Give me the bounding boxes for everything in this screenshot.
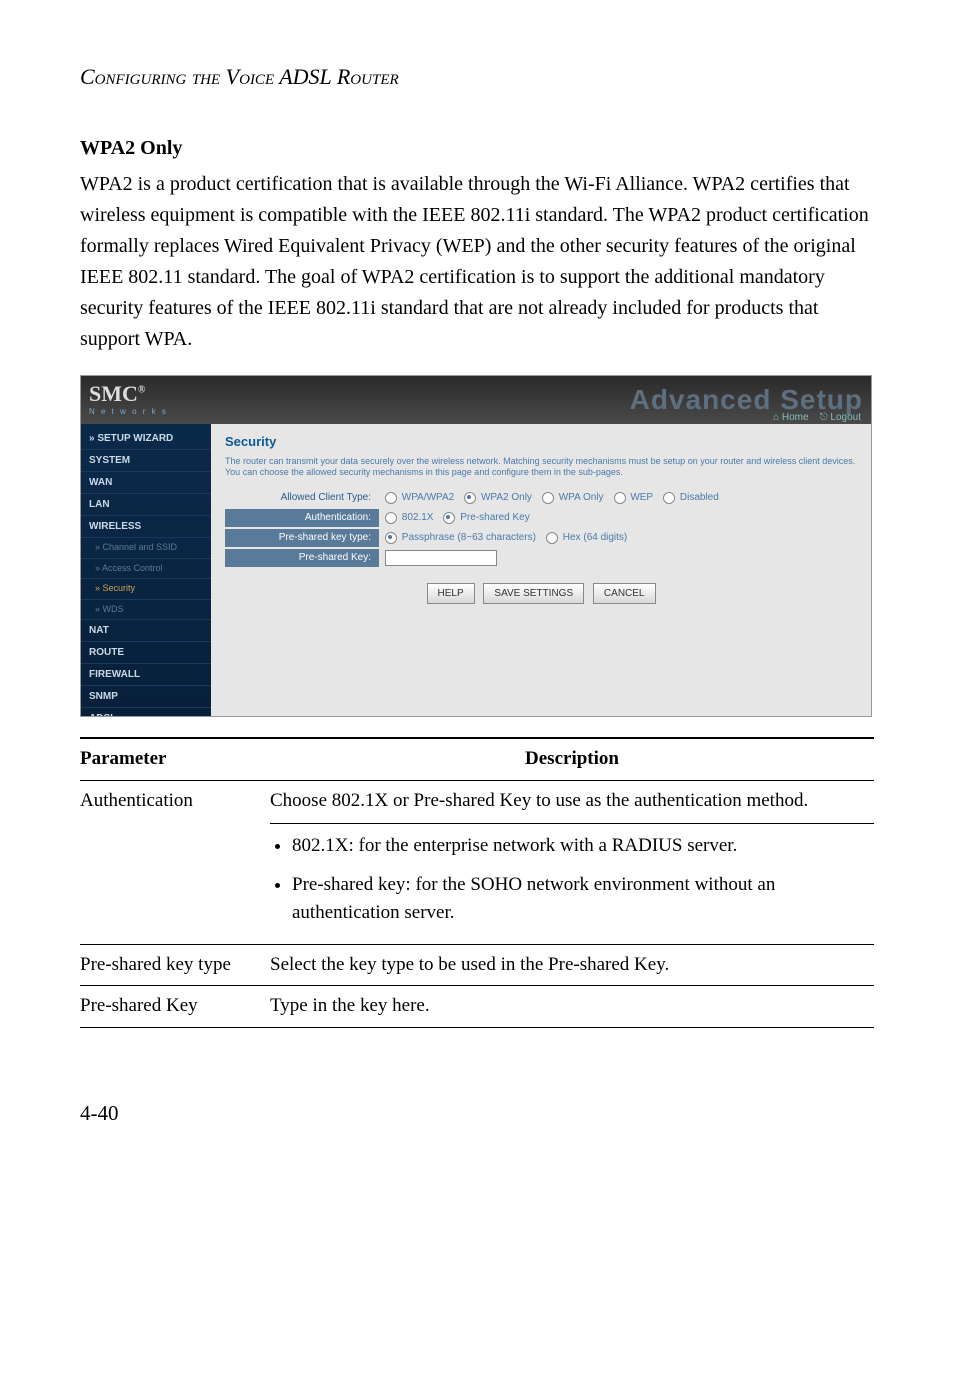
nav-access-control[interactable]: » Access Control: [81, 559, 211, 580]
body-paragraph: WPA2 is a product certification that is …: [80, 169, 874, 355]
nav-wireless[interactable]: WIRELESS: [81, 516, 211, 538]
auth-options: 802.1X Pre-shared Key: [379, 510, 530, 525]
desc-authentication: Choose 802.1X or Pre-shared Key to use a…: [270, 780, 874, 944]
panel-description: The router can transmit your data secure…: [225, 456, 857, 479]
nav-firewall[interactable]: FIREWALL: [81, 664, 211, 686]
psk-input[interactable]: [385, 550, 497, 566]
logo-block: SMC® N e t w o r k s: [89, 383, 168, 418]
client-type-label: Allowed Client Type:: [225, 489, 379, 507]
col-header-description: Description: [270, 738, 874, 780]
section-heading: WPA2 Only: [80, 133, 874, 163]
psk-type-options: Passphrase (8~63 characters) Hex (64 dig…: [379, 530, 627, 545]
desc-psk-type: Select the key type to be used in the Pr…: [270, 944, 874, 986]
logout-icon: ⎋: [820, 412, 831, 423]
psk-label: Pre-shared Key:: [225, 549, 379, 567]
auth-label: Authentication:: [225, 509, 379, 527]
nav-channel-ssid[interactable]: » Channel and SSID: [81, 538, 211, 559]
nav-security[interactable]: » Security: [81, 579, 211, 600]
desc-psk: Type in the key here.: [270, 986, 874, 1028]
save-settings-button[interactable]: SAVE SETTINGS: [483, 583, 584, 604]
nav-system[interactable]: SYSTEM: [81, 450, 211, 472]
cancel-button[interactable]: CANCEL: [593, 583, 656, 604]
radio-wpa-only[interactable]: [542, 492, 554, 504]
nav-adsl[interactable]: ADSL: [81, 708, 211, 717]
help-button[interactable]: HELP: [427, 583, 475, 604]
radio-disabled[interactable]: [663, 492, 675, 504]
nav-nat[interactable]: NAT: [81, 620, 211, 642]
radio-8021x[interactable]: [385, 512, 397, 524]
screenshot-header: SMC® N e t w o r k s Advanced Setup: [81, 376, 871, 424]
parameter-table: Parameter Description Authentication Cho…: [80, 737, 874, 1028]
radio-wpa-wpa2[interactable]: [385, 492, 397, 504]
param-authentication: Authentication: [80, 780, 270, 944]
nav-lan[interactable]: LAN: [81, 494, 211, 516]
logo-subtext: N e t w o r k s: [89, 406, 168, 418]
main-panel: Security The router can transmit your da…: [211, 424, 871, 716]
col-header-parameter: Parameter: [80, 738, 270, 780]
radio-wpa2-only[interactable]: [464, 492, 476, 504]
radio-hex[interactable]: [546, 532, 558, 544]
panel-title: Security: [225, 432, 857, 452]
logo-text: SMC®: [89, 381, 145, 406]
nav-setup-wizard[interactable]: » SETUP WIZARD: [81, 428, 211, 450]
client-type-options: WPA/WPA2 WPA2 Only WPA Only WEP Disabled: [379, 490, 719, 505]
nav-snmp[interactable]: SNMP: [81, 686, 211, 708]
logout-link[interactable]: Logout: [830, 412, 861, 423]
home-icon: ⌂: [773, 412, 782, 423]
radio-passphrase[interactable]: [385, 532, 397, 544]
chapter-title: Configuring the Voice ADSL Router: [80, 60, 874, 93]
radio-wep[interactable]: [614, 492, 626, 504]
psk-type-label: Pre-shared key type:: [225, 529, 379, 547]
nav-route[interactable]: ROUTE: [81, 642, 211, 664]
home-link[interactable]: Home: [782, 412, 809, 423]
button-row: HELP SAVE SETTINGS CANCEL: [225, 583, 857, 604]
nav-wan[interactable]: WAN: [81, 472, 211, 494]
router-screenshot: SMC® N e t w o r k s Advanced Setup ⌂ Ho…: [80, 375, 872, 717]
param-psk-type: Pre-shared key type: [80, 944, 270, 986]
nav-wds[interactable]: » WDS: [81, 600, 211, 621]
sidebar-nav: » SETUP WIZARD SYSTEM WAN LAN WIRELESS »…: [81, 424, 211, 716]
page-number: 4-40: [80, 1098, 874, 1130]
top-links: ⌂ Home ⎋ Logout: [773, 410, 861, 425]
param-psk: Pre-shared Key: [80, 986, 270, 1028]
radio-psk[interactable]: [443, 512, 455, 524]
